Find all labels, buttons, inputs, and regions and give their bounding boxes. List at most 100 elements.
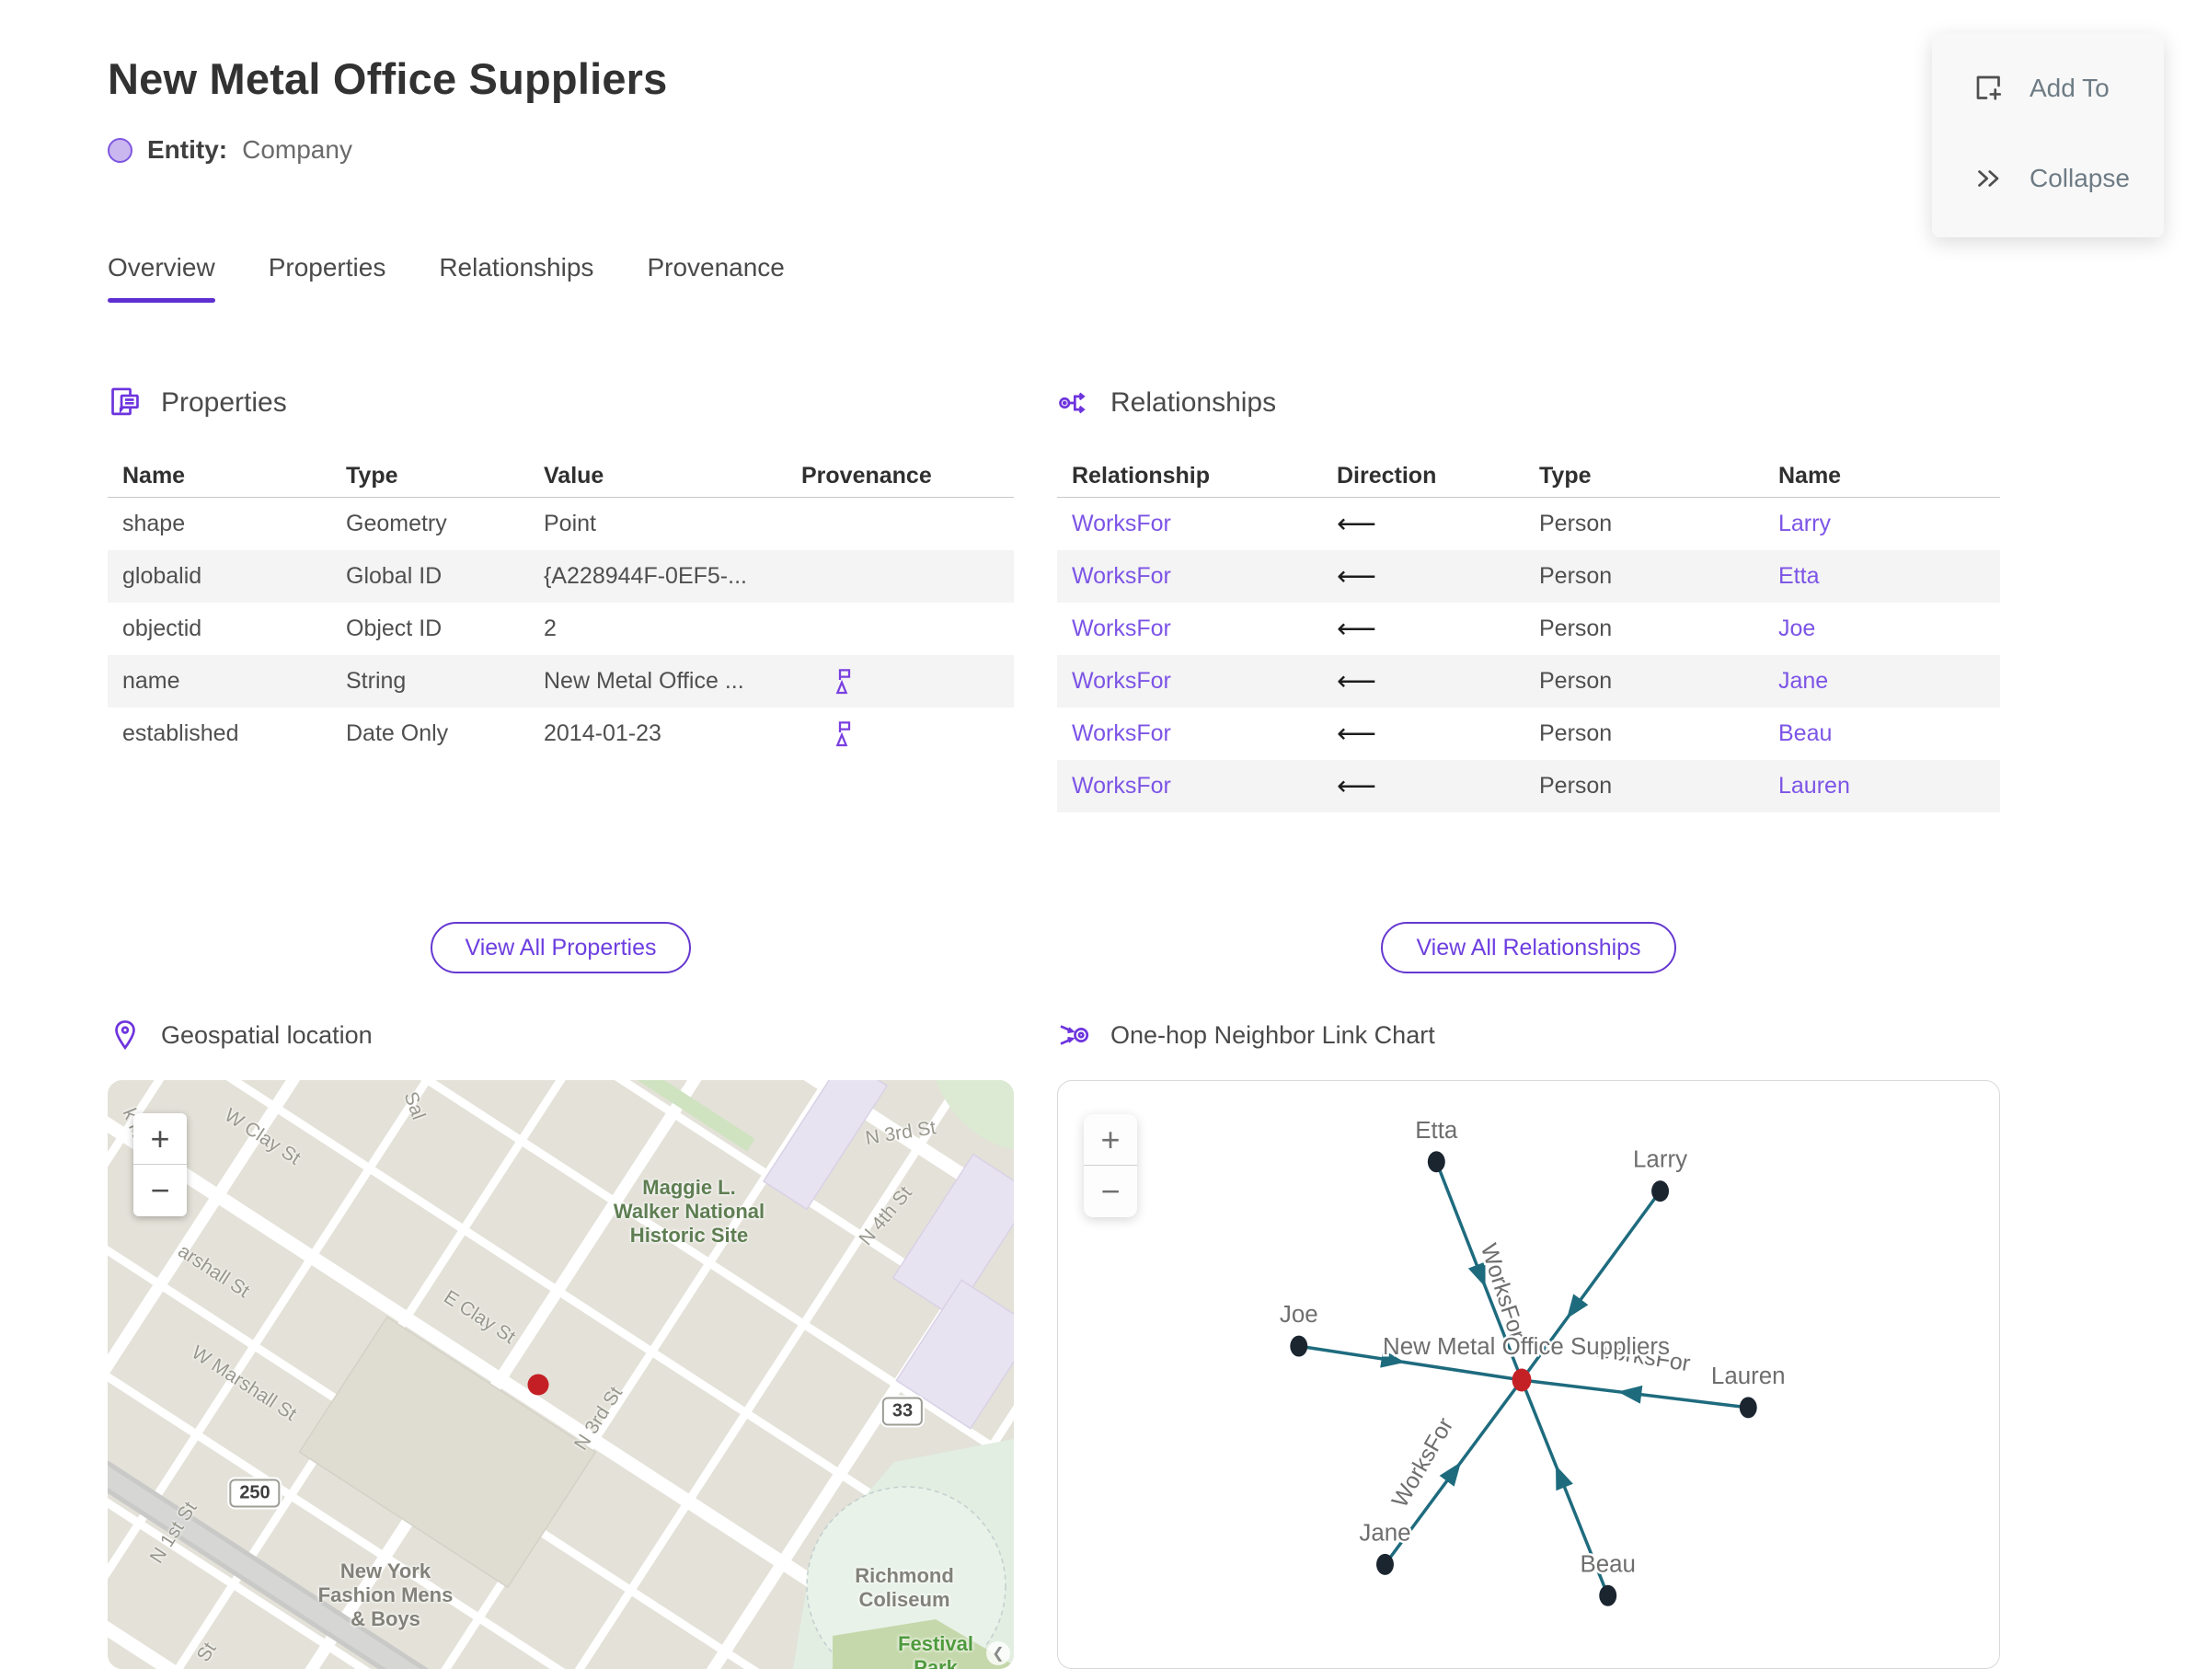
- route-shield: 33: [881, 1397, 924, 1426]
- properties-section-header: Properties: [108, 382, 1014, 424]
- link-chart-section-header: One-hop Neighbor Link Chart: [1057, 1014, 2000, 1056]
- poi-line: Richmond: [855, 1564, 954, 1588]
- table-row: WorksFor ⟵ Person Etta: [1057, 550, 2000, 603]
- map-overlays: k RdW Clay StSalN 3rd StN 4th StE Clay S…: [108, 1080, 1014, 1669]
- edge-arrowhead: [1617, 1385, 1643, 1404]
- geospatial-section-header: Geospatial location: [108, 1014, 1014, 1056]
- relationships-table: Relationship Direction Type Name WorksFor ⟵ Pe…: [1057, 455, 2000, 874]
- collapse-button[interactable]: Collapse: [1972, 162, 2164, 195]
- properties-icon: [111, 387, 139, 416]
- related-entity-link[interactable]: Larry: [1778, 511, 1831, 536]
- relationships-icon: [1059, 392, 1086, 414]
- table-row: name String New Metal Office ...: [108, 655, 1014, 708]
- view-all-properties-button[interactable]: View All Properties: [430, 922, 692, 973]
- entity-type-cell: Person: [1539, 563, 1613, 589]
- poi-line: Walker National: [613, 1200, 765, 1224]
- tab-overview[interactable]: Overview: [108, 253, 215, 303]
- column-header: Name: [122, 463, 186, 489]
- property-name: established: [122, 720, 239, 746]
- relationship-type-link[interactable]: WorksFor: [1072, 511, 1171, 536]
- map-zoom-in-button[interactable]: +: [133, 1113, 187, 1165]
- floating-actions: Add To Collapse: [1932, 33, 2164, 237]
- properties-section-title: Properties: [161, 387, 287, 418]
- property-value: 2: [544, 616, 557, 641]
- column-header: Relationship: [1072, 463, 1211, 489]
- graph-node[interactable]: [1599, 1584, 1617, 1606]
- relationship-cell: WorksFor: [1057, 720, 1322, 747]
- graph-node[interactable]: [1651, 1180, 1670, 1202]
- entity-type-value: Company: [242, 135, 352, 164]
- column-header: Type: [1539, 463, 1592, 489]
- chart-zoom-in-button[interactable]: +: [1084, 1114, 1137, 1166]
- entity-label: Entity:: [147, 135, 228, 164]
- entity-type-row: Entity: Company: [108, 135, 2208, 165]
- poi-label: Richmond Coliseum: [855, 1564, 954, 1612]
- property-name: name: [122, 668, 180, 694]
- graph-node[interactable]: [1739, 1397, 1757, 1419]
- chart-zoom-out-button[interactable]: −: [1084, 1166, 1137, 1217]
- related-entity-link[interactable]: Jane: [1778, 668, 1828, 694]
- tab-provenance[interactable]: Provenance: [647, 253, 784, 297]
- entity-location-marker[interactable]: [527, 1374, 549, 1396]
- column-header: Value: [544, 463, 604, 489]
- relationship-type-link[interactable]: WorksFor: [1072, 563, 1171, 589]
- poi-label: Festival Park: [897, 1632, 975, 1669]
- poi-line: Festival Park: [898, 1632, 973, 1669]
- relationship-type-link[interactable]: WorksFor: [1072, 616, 1171, 641]
- property-value: 2014-01-23: [544, 720, 661, 746]
- view-all-relationships-button[interactable]: View All Relationships: [1381, 922, 1676, 973]
- relationship-cell: WorksFor: [1057, 773, 1322, 800]
- related-entity-link[interactable]: Joe: [1778, 616, 1815, 641]
- add-to-button[interactable]: Add To: [1972, 72, 2164, 105]
- property-provenance: [787, 667, 1014, 696]
- graph-node-label: Beau: [1580, 1551, 1636, 1577]
- property-type: Object ID: [346, 616, 443, 641]
- edge-label: WorksFor: [1476, 1240, 1531, 1342]
- route-shield: 250: [229, 1479, 281, 1508]
- one-hop-icon: [1060, 1025, 1089, 1045]
- related-entity-link[interactable]: Beau: [1778, 720, 1832, 746]
- tab-relationships[interactable]: Relationships: [439, 253, 593, 297]
- property-provenance: [787, 719, 1014, 749]
- street-label: N 1st St: [145, 1498, 201, 1568]
- provenance-icon[interactable]: [829, 719, 858, 749]
- direction-cell: ⟵: [1322, 718, 1524, 750]
- center-node-label: New Metal Office Suppliers: [1383, 1334, 1670, 1360]
- map-pin-icon: [115, 1020, 135, 1051]
- entity-type-cell: Person: [1539, 616, 1613, 641]
- entity-type-badge: [108, 137, 132, 163]
- provenance-icon[interactable]: [829, 667, 858, 696]
- direction-arrow: ⟵: [1337, 719, 1377, 749]
- entity-type-cell: Person: [1539, 773, 1613, 799]
- graph-node[interactable]: [1290, 1335, 1308, 1357]
- graph-node[interactable]: [1427, 1151, 1445, 1173]
- relationship-type-link[interactable]: WorksFor: [1072, 668, 1171, 694]
- link-chart-canvas: WorksForWorksForWorksForNew Metal Office…: [1277, 1115, 1788, 1606]
- direction-arrow: ⟵: [1337, 561, 1377, 592]
- edge-label: WorksFor: [1386, 1413, 1458, 1512]
- relationship-type-link[interactable]: WorksFor: [1072, 720, 1171, 746]
- related-entity-link[interactable]: Lauren: [1778, 773, 1850, 799]
- street-label: Sal: [399, 1088, 430, 1123]
- property-value: {A228944F-0EF5-...: [544, 563, 747, 589]
- poi-line: Fashion Mens: [317, 1583, 454, 1607]
- graph-node[interactable]: [1376, 1553, 1394, 1575]
- tab-properties[interactable]: Properties: [269, 253, 386, 297]
- property-name: shape: [122, 511, 186, 536]
- related-entity-link[interactable]: Etta: [1778, 563, 1819, 589]
- direction-cell: ⟵: [1322, 770, 1524, 802]
- name-cell: Larry: [1764, 511, 2000, 537]
- direction-cell: ⟵: [1322, 613, 1524, 645]
- overview-columns: Properties Name Type Value Provenance shape G…: [108, 382, 2208, 1669]
- graph-node-label: Jane: [1359, 1520, 1410, 1546]
- link-chart[interactable]: WorksFor WorksFor WorksFor New Metal Office…: [1057, 1080, 2000, 1669]
- center-graph-node[interactable]: [1512, 1368, 1532, 1392]
- add-to-label: Add To: [2030, 74, 2110, 102]
- graph-node-label: Larry: [1633, 1147, 1687, 1173]
- properties-table: Name Type Value Provenance shape Geometry Poin…: [108, 455, 1014, 874]
- table-row: WorksFor ⟵ Person Joe: [1057, 603, 2000, 655]
- map[interactable]: k RdW Clay StSalN 3rd StN 4th StE Clay S…: [108, 1080, 1014, 1669]
- map-zoom-out-button[interactable]: −: [133, 1165, 187, 1216]
- relationship-type-link[interactable]: WorksFor: [1072, 773, 1171, 799]
- page-title: New Metal Office Suppliers: [108, 54, 668, 103]
